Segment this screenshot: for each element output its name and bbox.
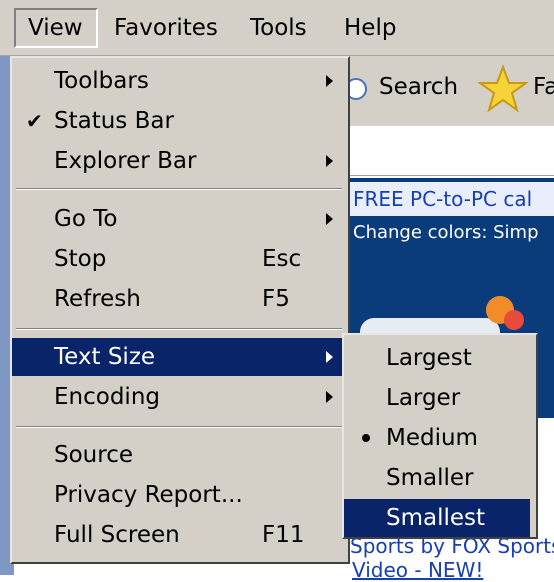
menu-item-label: Toolbars (54, 68, 149, 94)
menu-item-label: Text Size (54, 344, 156, 370)
menu-item-label: Full Screen (54, 522, 180, 548)
menu-item-label: Go To (54, 206, 118, 232)
banner-link[interactable]: FREE PC-to-PC cal (345, 182, 554, 216)
menu-item-toolbars[interactable]: Toolbars (12, 62, 348, 100)
menu-item-label: Refresh (54, 286, 141, 312)
menu-separator (16, 328, 342, 330)
menu-item-go-to[interactable]: Go To (12, 200, 348, 238)
menu-item-label: Largest (386, 345, 472, 371)
menu-item-label: Encoding (54, 384, 160, 410)
menu-help[interactable]: Help (344, 8, 396, 48)
radio-bullet-icon (362, 434, 370, 442)
menu-item-full-screen[interactable]: Full Screen F11 (12, 516, 348, 554)
text-size-larger[interactable]: Larger (344, 379, 530, 417)
shortcut-label: F11 (262, 522, 305, 548)
menu-item-source[interactable]: Source (12, 436, 348, 474)
menu-item-label: Explorer Bar (54, 148, 197, 174)
toolbar-favorites-button[interactable]: Fa (533, 74, 554, 100)
menu-item-label: Stop (54, 246, 107, 272)
shortcut-label: F5 (262, 286, 290, 312)
star-icon[interactable] (478, 64, 528, 114)
menu-item-label: Source (54, 442, 133, 468)
submenu-arrow-icon (326, 155, 333, 167)
check-icon: ✔ (26, 109, 43, 133)
submenu-arrow-icon (326, 391, 333, 403)
menu-item-label: Privacy Report... (54, 482, 243, 508)
video-link[interactable]: Video - NEW! (352, 558, 483, 582)
menu-favorites[interactable]: Favorites (114, 8, 218, 48)
menu-item-encoding[interactable]: Encoding (12, 378, 348, 416)
text-size-smaller[interactable]: Smaller (344, 459, 530, 497)
change-colors-text: Change colors: Simp (353, 222, 539, 243)
menu-item-text-size[interactable]: Text Size (12, 338, 348, 376)
menu-item-label: Smaller (386, 465, 474, 491)
menu-item-refresh[interactable]: Refresh F5 (12, 280, 348, 318)
text-size-largest[interactable]: Largest (344, 339, 530, 377)
view-menu: Toolbars ✔ Status Bar Explorer Bar Go To… (10, 56, 350, 564)
menu-item-label: Medium (386, 425, 478, 451)
menu-item-label: Larger (386, 385, 461, 411)
text-size-smallest[interactable]: Smallest (344, 499, 530, 537)
menu-item-label: Status Bar (54, 108, 174, 134)
text-size-medium[interactable]: Medium (344, 419, 530, 457)
submenu-arrow-icon (326, 75, 333, 87)
menu-separator (16, 426, 342, 428)
shortcut-label: Esc (262, 246, 302, 272)
toolbar-search-button[interactable]: Search (379, 74, 458, 100)
text-size-submenu: Largest Larger Medium Smaller Smallest (342, 333, 538, 539)
submenu-arrow-icon (326, 351, 333, 363)
menu-bar: View Favorites Tools Help (0, 0, 554, 56)
menu-item-stop[interactable]: Stop Esc (12, 240, 348, 278)
submenu-arrow-icon (326, 213, 333, 225)
menu-view[interactable]: View (14, 8, 98, 48)
menu-item-status-bar[interactable]: ✔ Status Bar (12, 102, 348, 140)
menu-item-privacy-report[interactable]: Privacy Report... (12, 476, 348, 514)
menu-separator (16, 188, 342, 190)
menu-item-explorer-bar[interactable]: Explorer Bar (12, 142, 348, 180)
menu-tools[interactable]: Tools (250, 8, 307, 48)
address-bar[interactable] (345, 126, 554, 176)
menu-item-label: Smallest (386, 505, 486, 531)
